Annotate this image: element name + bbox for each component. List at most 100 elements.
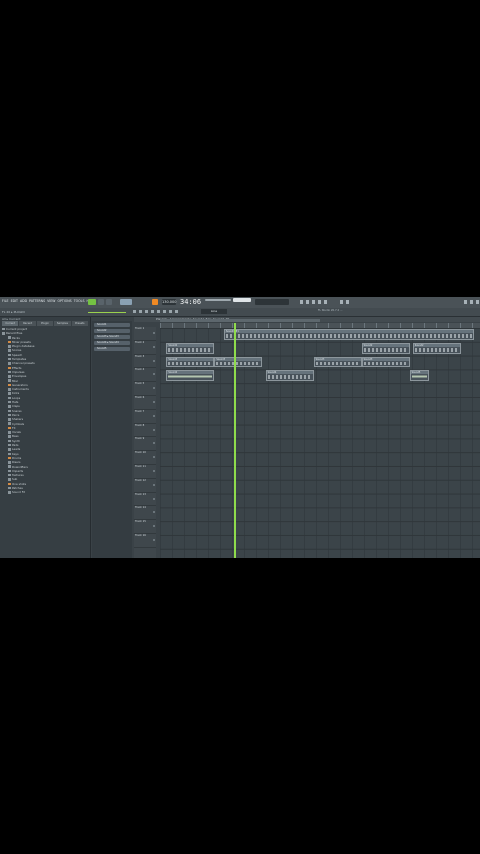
zoom-tool-icon[interactable] — [175, 310, 178, 313]
folder-icon — [8, 413, 11, 417]
browser-tab-presets[interactable]: Presets — [71, 321, 89, 326]
track-header[interactable]: Track 7 — [134, 410, 156, 424]
track-mute-icon[interactable] — [153, 483, 155, 486]
folder-icon — [8, 443, 11, 447]
playlist-scrollbar[interactable] — [160, 319, 320, 322]
playlist-clip[interactable]: Sound1 #1 — [224, 329, 474, 340]
playlist-window-icon[interactable] — [300, 300, 303, 304]
plugin-picker-icon[interactable] — [340, 300, 343, 304]
folder-icon — [8, 362, 11, 365]
folder-icon — [8, 431, 11, 434]
track-mute-icon[interactable] — [153, 469, 155, 472]
browser-tab-samples[interactable]: Samples — [54, 321, 71, 326]
playlist-clip[interactable]: Sound3 — [166, 356, 215, 368]
track-mute-icon[interactable] — [153, 511, 155, 514]
draw-tool-icon[interactable] — [133, 310, 136, 313]
stop-button[interactable] — [98, 299, 104, 305]
playlist-clip[interactable]: Sound2 — [166, 342, 215, 354]
track-header[interactable]: Track 3 — [134, 355, 156, 369]
playlist-grid[interactable]: Sound1 #1 Sound2 Sound2 Sound2 Sound3 Sound3 S… — [160, 328, 480, 558]
track-mute-icon[interactable] — [153, 442, 155, 445]
channel-button[interactable]: Sound4 ▸ Sound4 — [94, 341, 130, 345]
track-header[interactable]: Track 6 — [134, 396, 156, 410]
settings-icon[interactable] — [346, 300, 349, 304]
playlist-clip[interactable]: Sound3 — [214, 356, 263, 368]
track-header[interactable]: Track 8 — [134, 424, 156, 438]
track-header[interactable]: Track 10 — [134, 451, 156, 465]
select-tool-icon[interactable] — [169, 310, 172, 313]
playlist-clip[interactable]: Sound5 — [409, 370, 429, 382]
track-mute-icon[interactable] — [153, 400, 155, 403]
browser-tab-recent[interactable]: Recent — [19, 321, 36, 326]
track-header[interactable]: Track 4 — [134, 368, 156, 383]
track-header[interactable]: Track 1 — [134, 327, 156, 341]
master-volume-slider[interactable] — [205, 299, 231, 301]
channel-rack-icon[interactable] — [312, 300, 315, 304]
browser-tab-plugin[interactable]: Plugin — [36, 321, 54, 326]
slice-tool-icon[interactable] — [163, 310, 166, 313]
playlist-clip[interactable]: Sound3 — [361, 356, 410, 368]
channel-button[interactable]: Sound5 — [94, 347, 130, 351]
track-header[interactable]: Track 9 — [134, 437, 156, 452]
channel-rack: Sound1 Sound2 Sound3 ▸ Sound3 Sound4 ▸ Soun… — [92, 321, 132, 558]
track-mute-icon[interactable] — [153, 387, 155, 390]
track-mute-icon[interactable] — [153, 428, 155, 431]
playlist-clip[interactable]: Sound4 — [265, 370, 314, 382]
delete-tool-icon[interactable] — [145, 310, 148, 313]
menu-edit[interactable]: EDIT — [11, 299, 18, 303]
track-label: Track 9 — [135, 437, 145, 441]
clip-label: Sound3 — [215, 357, 262, 361]
channel-button[interactable]: Sound2 — [94, 329, 130, 333]
channel-button[interactable]: Sound3 ▸ Sound3 — [94, 335, 130, 339]
playlist-clip[interactable]: Sound2 — [361, 342, 410, 354]
track-mute-icon[interactable] — [153, 373, 155, 376]
playlist-clip[interactable]: Sound3 — [313, 356, 362, 368]
track-mute-icon[interactable] — [153, 497, 155, 500]
song-mode-button[interactable] — [152, 299, 158, 305]
track-header[interactable]: Track 16 — [134, 534, 156, 548]
track-header[interactable]: Track 5 — [134, 382, 156, 396]
playhead[interactable] — [233, 323, 236, 558]
track-header[interactable]: Track 14 — [134, 506, 156, 521]
channel-button[interactable]: Sound1 — [94, 323, 130, 327]
track-header[interactable]: Track 12 — [134, 479, 156, 493]
track-mute-icon[interactable] — [153, 538, 155, 541]
play-button[interactable] — [88, 299, 96, 305]
folder-icon — [8, 439, 11, 443]
snap-select[interactable]: Line — [201, 309, 227, 314]
minimize-icon[interactable] — [464, 300, 467, 304]
browser-icon[interactable] — [324, 300, 327, 304]
slip-tool-icon[interactable] — [157, 310, 160, 313]
tempo-display[interactable]: 130.000 — [162, 299, 176, 305]
menu-tools[interactable]: TOOLS — [74, 299, 85, 303]
record-button[interactable] — [106, 299, 112, 305]
track-mute-icon[interactable] — [153, 359, 155, 362]
menu-patterns[interactable]: PATTERNS — [29, 299, 45, 303]
track-header[interactable]: Track 15 — [134, 520, 156, 534]
master-pitch-slider[interactable] — [233, 298, 251, 302]
menu-view[interactable]: VIEW — [47, 299, 55, 303]
mixer-icon[interactable] — [318, 300, 321, 304]
browser-item[interactable]: Sound FX — [2, 490, 90, 494]
menu-file[interactable]: FILE — [2, 299, 9, 303]
maximize-icon[interactable] — [470, 300, 473, 304]
track-mute-icon[interactable] — [153, 525, 155, 528]
track-label: Track 4 — [135, 368, 145, 372]
paint-tool-icon[interactable] — [139, 310, 142, 313]
piano-roll-icon[interactable] — [306, 300, 309, 304]
playlist-clip[interactable]: Sound4 — [166, 370, 215, 382]
menu-add[interactable]: ADD — [20, 299, 27, 303]
track-header[interactable]: Track 13 — [134, 493, 156, 507]
playlist-clip[interactable]: Sound2 — [412, 342, 461, 354]
track-mute-icon[interactable] — [153, 456, 155, 459]
browser-tab-current[interactable]: Current — [2, 321, 19, 326]
track-mute-icon[interactable] — [153, 414, 155, 417]
pattern-mode-button[interactable] — [120, 299, 132, 305]
menu-options[interactable]: OPTIONS — [57, 299, 71, 303]
track-header[interactable]: Track 11 — [134, 465, 156, 479]
close-icon[interactable] — [476, 300, 479, 304]
track-header[interactable]: Track 2 — [134, 341, 156, 355]
track-mute-icon[interactable] — [153, 332, 155, 334]
mute-tool-icon[interactable] — [151, 310, 154, 313]
track-mute-icon[interactable] — [153, 345, 155, 348]
